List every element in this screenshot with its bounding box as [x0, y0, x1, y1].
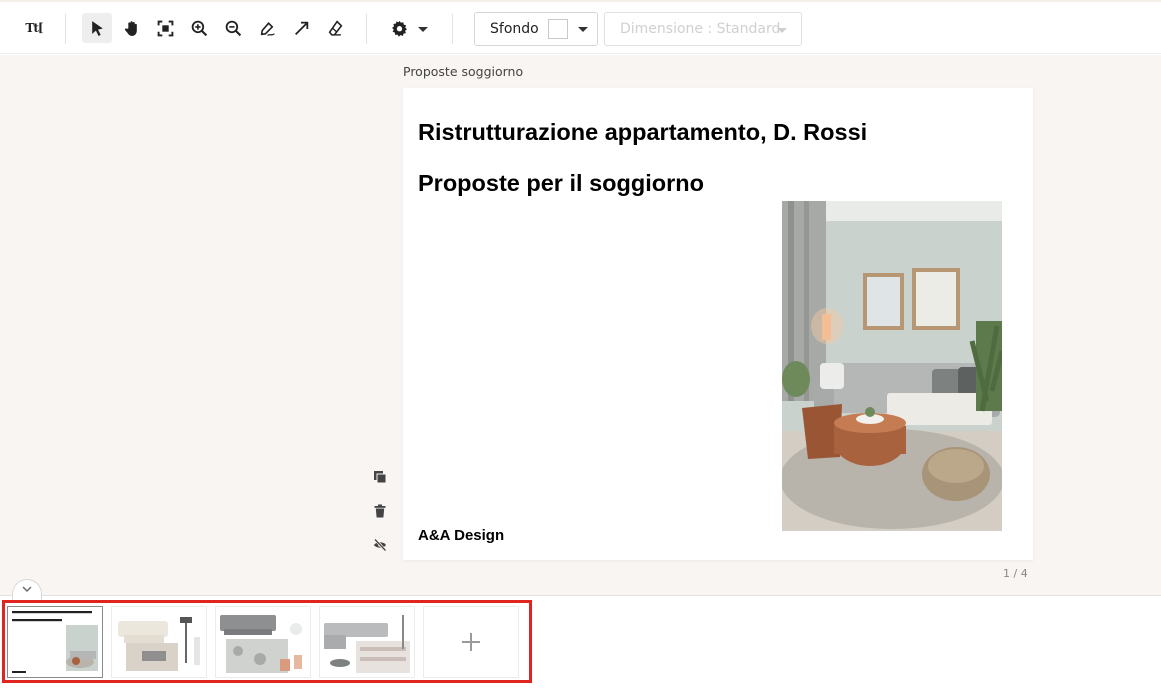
hide-slide-button[interactable] [370, 535, 390, 555]
slide-size-label: Dimensione : Standard [620, 21, 781, 37]
slide-page[interactable]: Ristrutturazione appartamento, D. Rossi … [403, 88, 1033, 560]
delete-slide-button[interactable] [370, 501, 390, 521]
slide-caption: Proposte soggiorno [403, 64, 524, 79]
zoom-in-icon [191, 20, 207, 36]
zoom-in-button[interactable] [184, 13, 214, 43]
text-tool-label: Tt[ [25, 21, 43, 35]
pen-tool-button[interactable] [252, 13, 282, 43]
duplicate-icon [374, 471, 387, 484]
text-tool-button[interactable]: Tt[ [19, 13, 49, 43]
slide-subtitle[interactable]: Proposte per il soggiorno [418, 170, 704, 197]
select-arrow-icon [91, 20, 103, 36]
eraser-icon [328, 19, 342, 36]
settings-button[interactable] [384, 13, 414, 43]
slide-footer[interactable]: A&A Design [418, 527, 504, 544]
trash-icon [374, 504, 386, 518]
chevron-down-icon [22, 586, 32, 592]
slide-size-dropdown: Dimensione : Standard [604, 12, 802, 46]
eraser-tool-button[interactable] [320, 13, 350, 43]
fit-screen-button[interactable] [150, 13, 180, 43]
living-room-photo[interactable] [782, 201, 1002, 531]
hide-icon [374, 538, 387, 552]
toolbar-separator [366, 14, 367, 44]
chevron-down-icon[interactable] [418, 27, 428, 32]
background-color-dropdown[interactable]: Sfondo [474, 12, 598, 46]
hand-icon [124, 20, 137, 36]
hand-tool-button[interactable] [116, 13, 146, 43]
thumbnail-strip-highlight [2, 600, 532, 683]
fit-screen-icon [157, 20, 173, 36]
gear-icon [391, 20, 407, 37]
chevron-down-icon [777, 28, 787, 33]
duplicate-slide-button[interactable] [370, 467, 390, 487]
toolbar-separator [65, 14, 66, 44]
zoom-out-button[interactable] [218, 13, 248, 43]
toolbar-separator [452, 14, 453, 44]
pen-icon [260, 21, 275, 36]
slide-title[interactable]: Ristrutturazione appartamento, D. Rossi [418, 119, 867, 146]
zoom-out-icon [225, 20, 241, 36]
page-counter: 1 / 4 [1003, 567, 1028, 580]
toolbar: Tt[ Sfondo Dimensione : Standard [0, 0, 1161, 54]
collapse-strip-button[interactable] [12, 579, 42, 601]
select-tool-button[interactable] [82, 13, 112, 43]
background-label: Sfondo [490, 21, 539, 37]
arrow-icon [294, 21, 308, 35]
background-color-swatch [547, 19, 568, 39]
chevron-down-icon [577, 26, 588, 32]
arrow-tool-button[interactable] [286, 13, 316, 43]
